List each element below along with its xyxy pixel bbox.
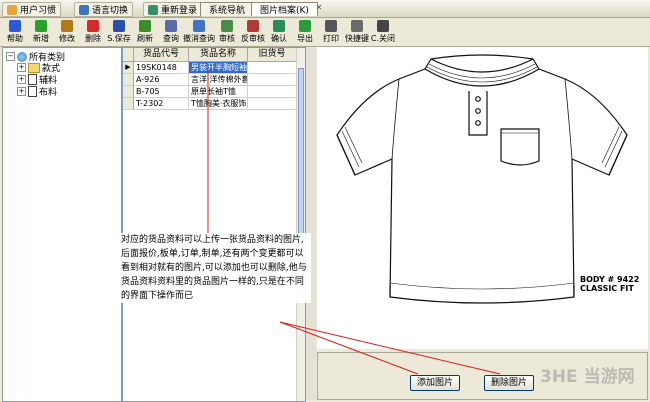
relogin-button[interactable]: 重新登录 — [143, 2, 203, 17]
user-habit-label: 用户习惯 — [20, 6, 57, 16]
delete-icon — [87, 20, 99, 32]
language-switch-button[interactable]: 语言切换 — [74, 2, 134, 17]
watermark-text: 当游网 — [583, 367, 635, 387]
language-icon — [79, 4, 89, 15]
confirm-icon — [273, 20, 285, 32]
tree-item-label: 布料 — [39, 88, 58, 98]
grid-cell[interactable]: T-2302 — [134, 98, 189, 110]
tab-picture-archive-label: 图片档案(K) — [260, 6, 309, 16]
edit-icon — [61, 20, 73, 32]
grid-cell[interactable] — [248, 98, 297, 110]
tab-close-icon[interactable]: ✕ — [314, 3, 324, 13]
column-header-code[interactable]: 货品代号 — [134, 48, 189, 62]
row-marker[interactable]: ▶ — [123, 62, 134, 74]
folder-icon — [28, 62, 40, 73]
tab-picture-archive[interactable]: 图片档案(K) — [251, 2, 318, 16]
row-marker[interactable] — [123, 86, 134, 98]
close-icon — [377, 20, 389, 32]
goods-grid[interactable]: 货品代号 货品名称 旧货号 ▶ 19SK0148 男装开半胸短袖 A-926 言洋·洋传… — [122, 47, 306, 402]
grid-cell[interactable]: 男装开半胸短袖 — [189, 62, 248, 74]
save-icon — [113, 20, 125, 32]
add-icon — [35, 20, 47, 32]
collapse-icon[interactable]: − — [6, 52, 15, 61]
approve-icon — [221, 20, 233, 32]
toolbar-button-label: C.关闭 — [370, 34, 396, 43]
globe-icon — [17, 51, 27, 62]
shortcut-icon — [351, 20, 363, 32]
grid-scrollbar[interactable] — [296, 48, 305, 401]
picture-pane: BODY # 9422 CLASSIC FIT — [317, 47, 648, 349]
grid-cell[interactable]: B-705 — [134, 86, 189, 98]
toolbar-close-button[interactable]: C.关闭 — [370, 19, 396, 45]
tree-item-fabric[interactable]: + 布料 — [17, 85, 57, 98]
help-icon — [9, 20, 21, 32]
grid-cell[interactable]: 言洋·洋传棉外套 — [189, 74, 248, 86]
delete-picture-button[interactable]: 删除图片 — [484, 375, 535, 391]
print-icon — [325, 20, 337, 32]
grid-cell[interactable] — [248, 86, 297, 98]
grid-cell[interactable]: 原单长袖T恤 — [189, 86, 248, 98]
document-icon — [28, 74, 37, 85]
tab-system-nav-label: 系统导航 — [209, 6, 246, 16]
annotation-text: 对应的货品资料可以上传一张货品资料的图片,后面报价,板单,订单,制单,还有两个变… — [121, 233, 311, 303]
grid-cell[interactable] — [248, 62, 297, 74]
column-header-name[interactable]: 货品名称 — [189, 48, 248, 62]
unapprove-icon — [247, 20, 259, 32]
polo-shirt-image — [336, 54, 628, 304]
category-tree[interactable]: − 所有类别 + 款式 + 辅料 + 布料 — [2, 47, 122, 402]
user-icon — [7, 4, 17, 15]
search-icon — [165, 20, 177, 32]
language-switch-label: 语言切换 — [92, 6, 129, 16]
export-icon — [299, 20, 311, 32]
grid-corner — [123, 48, 134, 62]
grid-cell[interactable]: A-926 — [134, 74, 189, 86]
undo-search-icon — [193, 20, 205, 32]
expand-icon[interactable]: + — [17, 75, 26, 84]
grid-cell[interactable] — [248, 74, 297, 86]
tab-system-nav[interactable]: 系统导航 — [200, 2, 255, 16]
user-habit-button[interactable]: 用户习惯 — [2, 2, 62, 17]
expand-icon[interactable]: + — [17, 63, 26, 72]
row-marker[interactable] — [123, 98, 134, 110]
fit-label: CLASSIC FIT — [580, 284, 634, 293]
panel-splitter[interactable] — [306, 47, 316, 400]
relogin-label: 重新登录 — [161, 6, 198, 16]
watermark: 3HE 当游网 — [540, 362, 635, 387]
document-icon — [28, 86, 37, 97]
expand-icon[interactable]: + — [17, 87, 26, 96]
body-number-label: BODY # 9422 — [580, 275, 640, 284]
refresh-icon — [139, 20, 151, 32]
top-tab-bar: 用户习惯 语言切换 重新登录 系统导航 图片档案(K) ✕ — [0, 0, 650, 18]
grid-cell[interactable]: 19SK0148 — [134, 62, 189, 74]
column-header-old-code[interactable]: 旧货号 — [248, 48, 297, 62]
watermark-prefix: 3HE — [540, 367, 578, 387]
grid-cell[interactable]: T恤胸美·衣服饰 — [189, 98, 248, 110]
add-picture-button[interactable]: 添加图片 — [410, 375, 461, 391]
relogin-icon — [148, 4, 158, 15]
toolbar: 帮助 新增 修改 删除 S.保存 刷新 查询 撤消查询 审核 反审核 确认 导出 打印 快捷键 C.关闭 — [0, 18, 650, 47]
row-marker[interactable] — [123, 74, 134, 86]
